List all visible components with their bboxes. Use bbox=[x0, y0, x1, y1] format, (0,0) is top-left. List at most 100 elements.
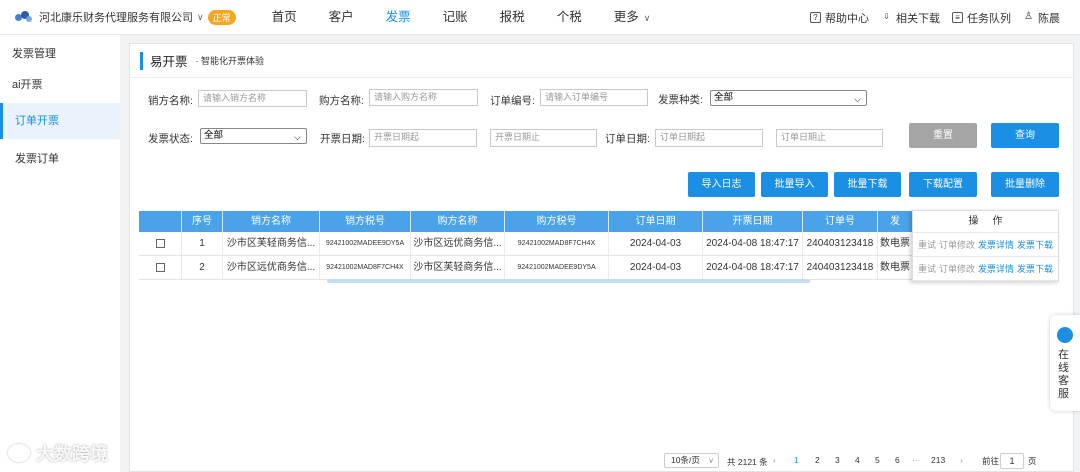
invoice-type-select[interactable]: 全部 ⌵ bbox=[710, 90, 867, 106]
batch-download-button[interactable]: 批量下载 bbox=[834, 172, 901, 197]
goto-page-input[interactable]: 1 bbox=[1000, 453, 1024, 469]
prev-page-icon[interactable]: ‹ bbox=[773, 455, 776, 465]
card-header: 易开票 · 智能化开票体验 bbox=[130, 44, 1073, 78]
chevron-down-icon: ⌵ bbox=[854, 94, 861, 104]
order-date-label: 订单日期: bbox=[605, 133, 650, 145]
invoice-status-label: 发票状态: bbox=[148, 133, 193, 145]
row-checkbox[interactable] bbox=[155, 238, 165, 248]
order-number-input[interactable]: 请输入订单编号 bbox=[540, 89, 648, 106]
page-size-select[interactable]: 10条/页 ∨ bbox=[664, 453, 719, 468]
row-invoice-type: 数电票 bbox=[880, 262, 910, 273]
invoice-detail-link[interactable]: 发票详情 bbox=[978, 264, 1014, 274]
page-2[interactable]: 2 bbox=[815, 455, 820, 465]
download-config-button[interactable]: 下载配置 bbox=[909, 172, 977, 197]
watermark: 大数跨境 bbox=[8, 440, 108, 466]
sidebar-item-invoice-management[interactable]: 发票管理 bbox=[12, 45, 56, 61]
page-subtitle: · 智能化开票体验 bbox=[195, 56, 265, 66]
retry-link[interactable]: 重试 bbox=[918, 240, 936, 250]
task-queue-icon: ≡ bbox=[952, 12, 963, 23]
invoice-status-select[interactable]: 全部 ⌵ bbox=[200, 128, 307, 144]
row-index: 2 bbox=[182, 256, 223, 279]
batch-delete-button[interactable]: 批量删除 bbox=[991, 172, 1059, 197]
help-center-link[interactable]: ? 帮助中心 bbox=[810, 10, 869, 26]
header-select bbox=[139, 211, 182, 232]
watermark-text: 大数跨境 bbox=[36, 444, 108, 464]
row-checkbox[interactable] bbox=[155, 262, 165, 272]
page-5[interactable]: 5 bbox=[875, 455, 880, 465]
header-buyer-name: 购方名称 bbox=[411, 211, 505, 232]
seller-name-label: 销方名称: bbox=[148, 95, 193, 107]
header-operations: 操作 bbox=[913, 211, 1058, 233]
nav-bookkeeping[interactable]: 记账 bbox=[427, 0, 484, 35]
operations-row: 重试 订单修改 发票详情 发票下载 bbox=[913, 257, 1058, 281]
seller-name-input[interactable]: 请输入销方名称 bbox=[198, 90, 307, 107]
user-menu[interactable]: ♙ 陈晨 bbox=[1023, 10, 1060, 26]
nav-customers[interactable]: 客户 bbox=[313, 0, 370, 35]
buyer-name-input[interactable]: 请输入购方名称 bbox=[369, 89, 478, 106]
sidebar: 发票管理 ai开票 订单开票 发票订单 bbox=[0, 35, 120, 472]
downloads-link[interactable]: ⇩ 相关下载 bbox=[881, 10, 940, 26]
table-horizontal-scrollbar[interactable] bbox=[327, 279, 810, 283]
batch-import-button[interactable]: 批量导入 bbox=[761, 172, 828, 197]
help-center-label: 帮助中心 bbox=[825, 12, 869, 25]
page-3[interactable]: 3 bbox=[835, 455, 840, 465]
page-4[interactable]: 4 bbox=[855, 455, 860, 465]
header-order-date: 订单日期 bbox=[609, 211, 703, 232]
order-date-end-input[interactable]: 订单日期止 bbox=[776, 129, 883, 147]
header-buyer-tax: 购方税号 bbox=[505, 211, 609, 232]
header-invoice-type: 发 bbox=[890, 216, 900, 227]
page-ellipsis[interactable]: ··· bbox=[912, 455, 921, 465]
downloads-label: 相关下载 bbox=[896, 12, 940, 25]
nav-tax-filing[interactable]: 报税 bbox=[484, 0, 541, 35]
query-button[interactable]: 查询 bbox=[991, 123, 1059, 148]
page-1[interactable]: 1 bbox=[794, 455, 799, 465]
company-switcher[interactable]: 河北康乐财务代理服务有限公司 ∨ 正常 bbox=[39, 9, 236, 25]
edit-order-link[interactable]: 订单修改 bbox=[939, 240, 975, 250]
sidebar-item-invoice-orders[interactable]: 发票订单 bbox=[15, 150, 59, 166]
nav-more[interactable]: 更多 ∨ bbox=[598, 0, 667, 35]
row-buyer-name: 沙市区芙轻商务信... bbox=[411, 256, 505, 279]
header-seller-name: 销方名称 bbox=[223, 211, 320, 232]
issue-date-start-input[interactable]: 开票日期起 bbox=[369, 129, 477, 147]
invoice-detail-link[interactable]: 发票详情 bbox=[978, 240, 1014, 250]
page-213[interactable]: 213 bbox=[931, 455, 945, 465]
import-log-button[interactable]: 导入日志 bbox=[688, 172, 755, 197]
table-row[interactable]: 1 沙市区芙轻商务信... 92421002MADEE9DY5A 沙市区远优商务… bbox=[139, 232, 912, 256]
chevron-down-icon: ⌵ bbox=[294, 132, 301, 142]
invoice-download-link[interactable]: 发票下载 bbox=[1017, 264, 1053, 274]
help-icon: ? bbox=[810, 12, 821, 23]
retry-link[interactable]: 重试 bbox=[918, 264, 936, 274]
table-row[interactable]: 2 沙市区远优商务信... 92421002MAD8F7CH4X 沙市区芙轻商务… bbox=[139, 256, 912, 280]
reset-button[interactable]: 重置 bbox=[909, 123, 977, 148]
edit-order-link[interactable]: 订单修改 bbox=[939, 264, 975, 274]
row-buyer-tax: 92421002MAD8F7CH4X bbox=[505, 232, 609, 255]
table-header: 序号 销方名称 销方税号 购方名称 购方税号 订单日期 开票日期 订单号 发 bbox=[139, 211, 912, 232]
row-issue-date: 2024-04-08 18:47:17 bbox=[703, 232, 803, 255]
header-index: 序号 bbox=[182, 211, 223, 232]
operations-column: 操作 重试 订单修改 发票详情 发票下载 重试 订单修改 发票详情 发票下载 bbox=[912, 210, 1059, 282]
nav-personal-tax[interactable]: 个税 bbox=[541, 0, 598, 35]
buyer-name-label: 购方名称: bbox=[319, 95, 364, 107]
row-select-cell bbox=[139, 232, 182, 255]
order-date-start-input[interactable]: 订单日期起 bbox=[655, 129, 763, 147]
status-badge: 正常 bbox=[207, 9, 236, 25]
watermark-logo-icon bbox=[8, 444, 30, 462]
nav-home[interactable]: 首页 bbox=[256, 0, 313, 35]
goto-label: 前往 bbox=[982, 456, 1000, 466]
sidebar-item-order-invoice[interactable]: 订单开票 bbox=[0, 103, 120, 139]
sidebar-item-ai-invoice[interactable]: ai开票 bbox=[12, 76, 43, 92]
online-service-widget[interactable]: 在线客服 bbox=[1050, 315, 1080, 411]
issue-date-end-input[interactable]: 开票日期止 bbox=[490, 129, 597, 147]
title-accent bbox=[140, 51, 143, 70]
page-6[interactable]: 6 bbox=[895, 455, 900, 465]
row-invoice-type: 数电票 bbox=[880, 238, 910, 249]
main-nav: 首页 客户 发票 记账 报税 个税 更多 ∨ bbox=[256, 0, 667, 35]
nav-more-label: 更多 bbox=[613, 9, 639, 24]
next-page-icon[interactable]: › bbox=[960, 455, 963, 465]
company-logo-icon bbox=[15, 10, 33, 24]
invoice-download-link[interactable]: 发票下载 bbox=[1017, 240, 1053, 250]
order-number-label: 订单编号: bbox=[490, 95, 535, 107]
nav-invoices[interactable]: 发票 bbox=[370, 0, 427, 35]
task-queue-link[interactable]: ≡ 任务队列 bbox=[952, 10, 1011, 26]
header-issue-date: 开票日期 bbox=[703, 211, 803, 232]
